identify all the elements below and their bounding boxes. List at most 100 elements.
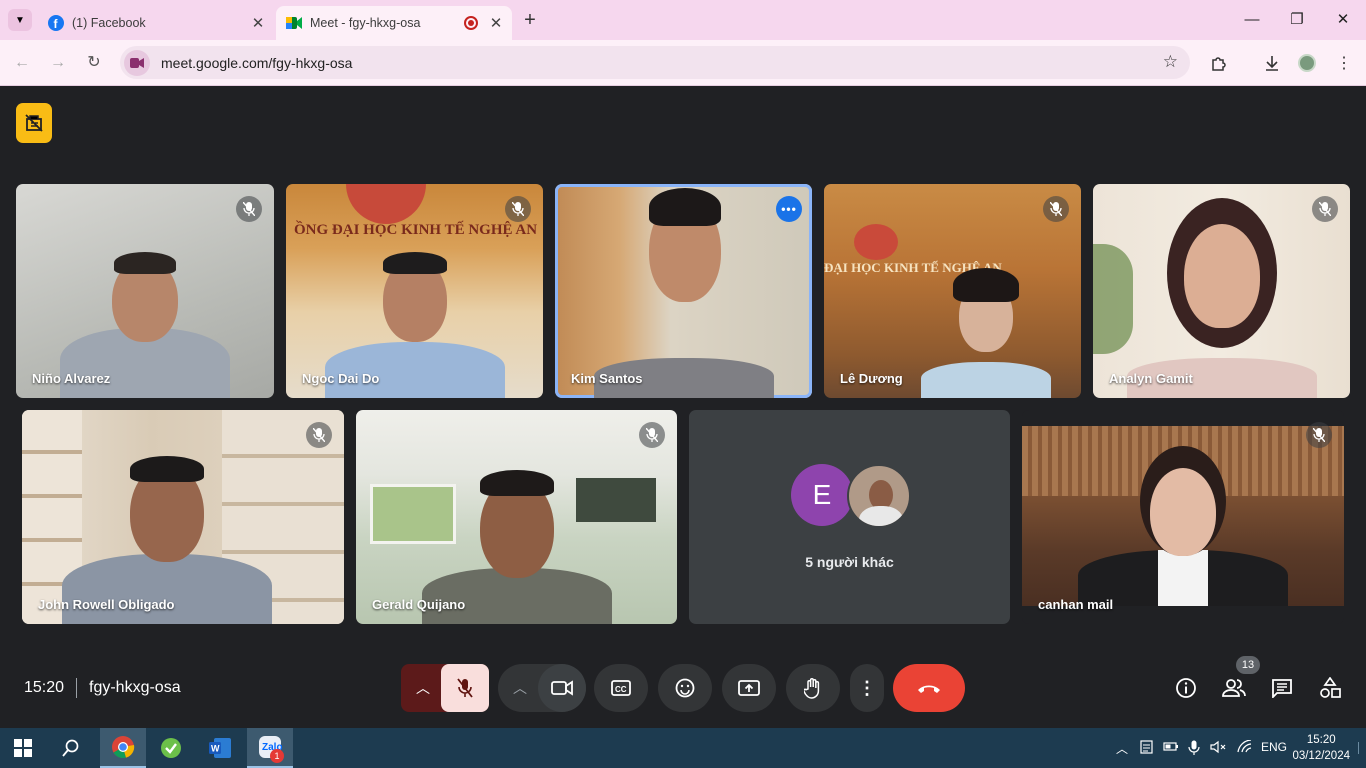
reload-button[interactable]: ↻ — [82, 51, 106, 75]
people-button[interactable] — [1222, 676, 1246, 700]
chevron-up-icon: ︿ — [513, 680, 527, 696]
bookmark-star-icon[interactable]: ☆ — [1163, 52, 1178, 72]
avatar — [847, 464, 911, 528]
mic-toggle-button[interactable] — [441, 664, 489, 712]
browser-tab-bar: ▼ f (1) Facebook ✕ Meet - fgy-hkxg-osa ✕… — [0, 0, 1366, 40]
participant-tile[interactable]: ỒNG ĐẠI HỌC KINH TẾ NGHỆ AN Ngoc Dai Do — [286, 184, 543, 398]
recording-icon — [464, 16, 478, 30]
more-options-icon[interactable]: ••• — [776, 196, 802, 222]
close-window-button[interactable]: ✕ — [1329, 8, 1357, 32]
facebook-icon: f — [48, 15, 64, 31]
new-tab-button[interactable]: + — [518, 8, 542, 32]
search-icon — [62, 739, 79, 757]
participant-tile[interactable]: Niño Alvarez — [16, 184, 274, 398]
download-icon[interactable] — [1260, 51, 1284, 75]
people-count-badge: 13 — [1236, 656, 1260, 674]
divider — [76, 678, 77, 698]
tab-search-button[interactable]: ▼ — [8, 9, 32, 31]
microphone-tray-icon[interactable] — [1188, 740, 1200, 758]
mic-off-icon — [306, 422, 332, 448]
camera-icon — [551, 680, 573, 696]
video-settings-button[interactable]: ︿ — [498, 664, 542, 712]
more-vert-icon: ⋮ — [858, 677, 876, 698]
chevron-down-icon: ▼ — [15, 14, 25, 26]
maximize-button[interactable]: ❐ — [1283, 8, 1311, 32]
present-screen-button[interactable] — [722, 664, 776, 712]
participant-name: Analyn Gamit — [1109, 371, 1193, 386]
minimize-button[interactable]: — — [1238, 8, 1266, 32]
url-text: meet.google.com/fgy-hkxg-osa — [161, 54, 353, 71]
show-hidden-icons-icon[interactable]: ︿ — [1116, 740, 1128, 757]
zalo-taskbar-button[interactable]: Zalo 1 — [247, 728, 293, 768]
meeting-details-button[interactable] — [1174, 676, 1198, 700]
activities-button[interactable] — [1318, 676, 1342, 700]
search-button[interactable] — [48, 728, 94, 768]
tab-title: (1) Facebook — [72, 16, 146, 30]
forward-button[interactable]: → — [46, 51, 70, 75]
svg-text:CC: CC — [615, 685, 627, 694]
app-taskbar-button[interactable] — [148, 728, 194, 768]
avatar: E — [791, 464, 853, 526]
mic-off-icon — [1043, 196, 1069, 222]
camera-icon[interactable] — [124, 49, 150, 76]
people-icon — [1222, 679, 1246, 697]
raise-hand-button[interactable] — [786, 664, 840, 712]
participant-tile[interactable]: John Rowell Obligado — [22, 410, 344, 624]
present-screen-icon — [738, 680, 760, 696]
windows-taskbar: W Zalo 1 ︿ ENG 15:20 03/12/2024 — [0, 728, 1366, 768]
raise-hand-icon — [804, 678, 820, 699]
participant-name: Gerald Quijano — [372, 597, 466, 612]
mic-off-icon — [1306, 422, 1332, 448]
reactions-button[interactable] — [658, 664, 712, 712]
start-button[interactable] — [0, 728, 46, 768]
others-count-label: 5 người khác — [805, 554, 894, 570]
close-tab-icon[interactable]: ✕ — [486, 14, 506, 32]
participant-name: Lê Dương — [840, 371, 903, 386]
extensions-icon[interactable] — [1206, 51, 1230, 75]
word-taskbar-button[interactable]: W — [197, 728, 243, 768]
audio-settings-button[interactable]: ︿ — [401, 664, 445, 712]
emoji-icon — [675, 678, 695, 698]
tab-title: Meet - fgy-hkxg-osa — [310, 16, 421, 30]
activities-icon — [1320, 677, 1341, 698]
other-participants-tile[interactable]: E 5 người khác — [689, 410, 1010, 624]
mic-off-icon — [639, 422, 665, 448]
leave-call-button[interactable] — [893, 664, 965, 712]
hang-up-icon — [918, 685, 940, 693]
chevron-up-icon: ︿ — [416, 680, 430, 696]
chrome-taskbar-button[interactable] — [100, 728, 146, 768]
chrome-icon — [112, 736, 135, 759]
back-button[interactable]: ← — [10, 51, 34, 75]
close-tab-icon[interactable]: ✕ — [248, 14, 268, 32]
captions-button[interactable]: CC — [594, 664, 648, 712]
tab-facebook[interactable]: f (1) Facebook ✕ — [36, 6, 274, 40]
participant-tile[interactable]: Gerald Quijano — [356, 410, 677, 624]
input-language[interactable]: ENG — [1261, 740, 1287, 754]
notification-badge: 1 — [270, 749, 284, 763]
participant-tile-active[interactable]: Kim Santos ••• — [555, 184, 812, 398]
battery-icon[interactable] — [1163, 740, 1179, 755]
system-clock[interactable]: 15:20 03/12/2024 — [1292, 732, 1350, 764]
closed-captions-icon: CC — [611, 680, 631, 696]
camera-toggle-button[interactable] — [538, 664, 586, 712]
mic-off-icon — [505, 196, 531, 222]
browser-menu-icon[interactable]: ⋮ — [1332, 51, 1356, 75]
volume-muted-icon[interactable] — [1210, 740, 1226, 757]
participant-tile[interactable]: ĐẠI HỌC KINH TẾ NGHỆ AN Lê Dương — [824, 184, 1081, 398]
notepad-tray-icon[interactable] — [1140, 740, 1153, 757]
browser-toolbar: ← → ↻ meet.google.com/fgy-hkxg-osa ☆ ⋮ — [0, 40, 1366, 86]
windows-logo-icon — [14, 739, 32, 757]
address-bar[interactable]: meet.google.com/fgy-hkxg-osa ☆ — [120, 46, 1190, 79]
tab-meet[interactable]: Meet - fgy-hkxg-osa ✕ — [276, 6, 512, 40]
wifi-icon[interactable] — [1237, 739, 1253, 757]
profile-avatar[interactable] — [1295, 51, 1319, 75]
participant-tile[interactable]: canhan mail — [1022, 410, 1344, 624]
visual-effects-off-icon[interactable] — [16, 103, 52, 143]
system-time: 15:20 — [1306, 734, 1336, 746]
more-options-button[interactable]: ⋮ — [850, 664, 884, 712]
chat-icon — [1272, 679, 1292, 698]
chat-button[interactable] — [1270, 676, 1294, 700]
mic-off-icon — [457, 678, 473, 698]
notifications-icon[interactable] — [1358, 742, 1364, 754]
participant-tile[interactable]: Analyn Gamit — [1093, 184, 1350, 398]
